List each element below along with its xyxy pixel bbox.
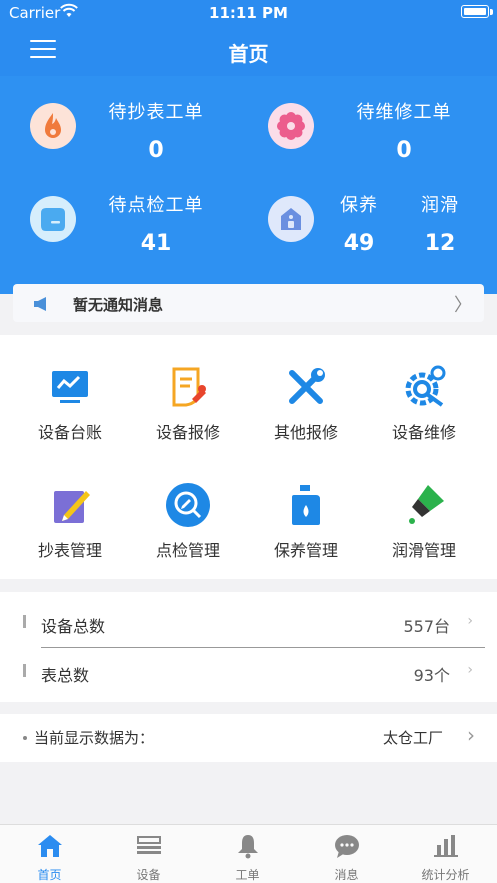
factory-selector[interactable]: 当前显示数据为： 太仓工厂 › xyxy=(0,714,497,762)
grid-label: 设备报修 xyxy=(155,423,220,442)
bar-chart-icon xyxy=(432,833,460,859)
lubrication-value[interactable]: 12 xyxy=(401,231,479,256)
grid-label: 点检管理 xyxy=(155,541,220,560)
tab-label: 消息 xyxy=(334,868,359,882)
total-value: 557台 xyxy=(403,617,450,636)
tab-statistics[interactable]: 统计分析 xyxy=(396,825,495,883)
pending-inspection-label: 待点检工单 xyxy=(108,195,204,216)
grid-item-inspection[interactable]: 点检管理 xyxy=(126,453,250,563)
gear-flower-icon xyxy=(268,103,314,149)
megaphone-icon xyxy=(33,296,51,315)
document-wrench-icon xyxy=(164,363,212,411)
tab-message[interactable]: 消息 xyxy=(297,825,396,883)
grid-item-equipment-report[interactable]: 设备报修 xyxy=(126,335,250,445)
clock: 11:11 PM xyxy=(209,4,288,22)
magnifier-edit-icon xyxy=(164,481,212,529)
tab-bar: 首页 设备 工单 消息 统计分析 xyxy=(0,824,497,883)
tab-device[interactable]: 设备 xyxy=(99,825,198,883)
monitor-chart-icon xyxy=(46,363,94,411)
work-order-summary: 待抄表工单 0 待维修工单 0 待点检工单 41 保养 49 润滑 12 xyxy=(0,76,497,294)
checklist-box-icon xyxy=(30,196,76,242)
tab-label: 工单 xyxy=(235,868,260,882)
device-icon xyxy=(135,833,163,859)
grid-item-maintenance[interactable]: 保养管理 xyxy=(244,453,368,563)
gear-wrench-icon xyxy=(400,363,448,411)
grid-item-other-report[interactable]: 其他报修 xyxy=(244,335,368,445)
total-row-meters[interactable]: 表总数 93个 › xyxy=(0,646,497,696)
battery-icon xyxy=(461,5,489,18)
notice-text: 暂无通知消息 xyxy=(73,296,164,314)
tab-label: 首页 xyxy=(37,868,62,882)
total-value: 93个 xyxy=(413,666,450,685)
pencil-note-icon xyxy=(46,481,94,529)
lubrication-label: 润滑 xyxy=(421,195,459,216)
grid-label: 其他报修 xyxy=(273,423,338,442)
lubricant-dropper-icon xyxy=(400,481,448,529)
pending-inspection-value[interactable]: 41 xyxy=(96,231,216,256)
maintenance-label: 保养 xyxy=(340,195,378,216)
pending-repair-value[interactable]: 0 xyxy=(344,138,464,163)
total-label: 设备总数 xyxy=(41,617,106,636)
oil-bottle-icon xyxy=(282,481,330,529)
tab-home[interactable]: 首页 xyxy=(0,825,99,883)
home-icon xyxy=(36,833,64,859)
pending-reading-value[interactable]: 0 xyxy=(96,138,216,163)
grid-item-equipment-ledger[interactable]: 设备台账 xyxy=(8,335,132,445)
function-grid: 设备台账 设备报修 其他报修 设备维修 抄表管理 点检管理 保养管理 润滑管理 xyxy=(0,335,497,579)
page-title: 首页 xyxy=(228,42,269,66)
chevron-right-icon: 〉 xyxy=(454,295,472,316)
tab-label: 设备 xyxy=(136,868,161,882)
grid-label: 抄表管理 xyxy=(37,541,102,560)
notice-bar[interactable]: 暂无通知消息 〉 xyxy=(13,284,484,322)
chevron-right-icon: › xyxy=(467,723,475,747)
total-label: 表总数 xyxy=(41,666,90,685)
pending-repair-label: 待维修工单 xyxy=(356,102,452,123)
chat-bubble-icon xyxy=(333,833,361,859)
chevron-right-icon: › xyxy=(467,662,473,678)
tab-work-order[interactable]: 工单 xyxy=(198,825,297,883)
factory-label: 当前显示数据为： xyxy=(34,729,155,747)
bell-icon xyxy=(234,833,262,859)
grid-label: 设备台账 xyxy=(37,423,102,442)
factory-value: 太仓工厂 xyxy=(382,729,443,747)
total-row-equipment[interactable]: 设备总数 557台 › xyxy=(0,597,497,647)
nav-bar: 首页 xyxy=(0,26,497,76)
tab-label: 统计分析 xyxy=(421,868,470,882)
house-icon xyxy=(268,196,314,242)
maintenance-value[interactable]: 49 xyxy=(320,231,398,256)
grid-item-lubrication[interactable]: 润滑管理 xyxy=(362,453,486,563)
pending-reading-label: 待抄表工单 xyxy=(108,102,204,123)
divider xyxy=(41,647,485,648)
crossed-tools-icon xyxy=(282,363,330,411)
grid-label: 保养管理 xyxy=(273,541,338,560)
grid-label: 设备维修 xyxy=(391,423,456,442)
grid-item-meter-reading[interactable]: 抄表管理 xyxy=(8,453,132,563)
status-bar: Carrier 11:11 PM xyxy=(0,0,497,26)
chevron-right-icon: › xyxy=(467,613,473,629)
flame-icon xyxy=(30,103,76,149)
grid-label: 润滑管理 xyxy=(391,541,456,560)
grid-item-equipment-repair[interactable]: 设备维修 xyxy=(362,335,486,445)
